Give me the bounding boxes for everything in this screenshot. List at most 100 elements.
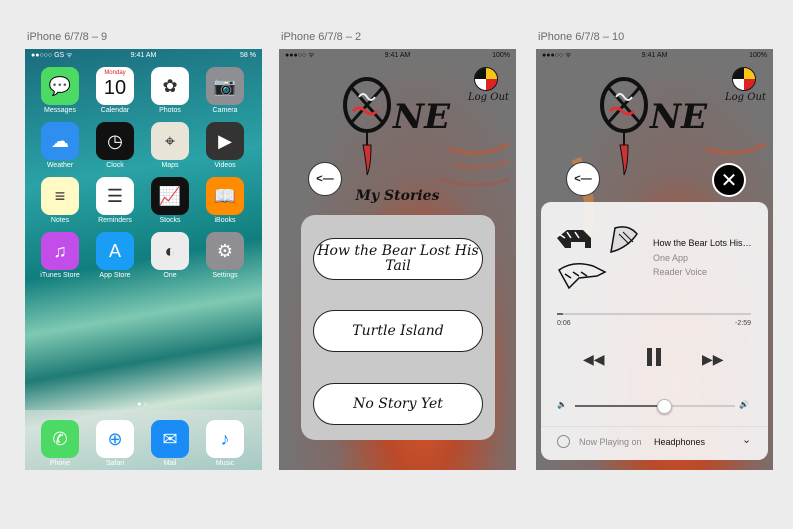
page-title: My Stories — [355, 188, 440, 204]
story-button-empty[interactable]: No Story Yet — [313, 383, 483, 425]
home-screen: ●●○○○ GS ᯤ 9:41 AM 58 % 💬 Messages Monday 1… — [25, 49, 262, 470]
story-button-bear[interactable]: How the Bear Lost His Tail — [313, 238, 483, 280]
videos-icon: ▶ — [206, 122, 244, 160]
battery: 58 % — [240, 51, 256, 59]
app-label: Photos — [159, 107, 181, 114]
volume-knob[interactable] — [657, 399, 672, 414]
track-title: How the Bear Lots His… — [653, 238, 752, 248]
app-messages[interactable]: 💬 Messages — [39, 67, 81, 114]
app-notes[interactable]: ≡ Notes — [39, 177, 81, 224]
app-label: Weather — [46, 162, 74, 169]
artboard-label-player: iPhone 6/7/8 – 10 — [538, 31, 625, 43]
calendar-day: Monday — [104, 70, 126, 76]
remaining-time: -2:59 — [735, 320, 751, 327]
dock-music[interactable]: ♪ Music — [204, 420, 246, 467]
app-stocks[interactable]: 📈 Stocks — [149, 177, 191, 224]
progress-fill — [557, 313, 563, 315]
reminders-icon: ☰ — [96, 177, 134, 215]
messages-icon: 💬 — [41, 67, 79, 105]
medicine-wheel-icon[interactable] — [732, 67, 756, 91]
app-itunes-store[interactable]: ♫ iTunes Store — [39, 232, 81, 279]
app-ibooks[interactable]: 📖 iBooks — [204, 177, 246, 224]
app-one[interactable]: ◐ One — [149, 232, 191, 279]
app-clock[interactable]: ◷ Clock — [94, 122, 136, 169]
app-label: Music — [215, 460, 235, 467]
stories-panel: How the Bear Lost His Tail Turtle Island… — [301, 215, 495, 440]
app-label: Settings — [212, 272, 238, 279]
app-label: Notes — [50, 217, 70, 224]
maps-icon: ⌖ — [151, 122, 189, 160]
music-icon: ♪ — [206, 420, 244, 458]
app-maps[interactable]: ⌖ Maps — [149, 122, 191, 169]
battery: 100% — [749, 51, 767, 59]
camera-icon: 📷 — [206, 67, 244, 105]
page-dots: ●○ — [137, 401, 150, 408]
app-label: iTunes Store — [40, 272, 80, 279]
phone-icon: ✆ — [41, 420, 79, 458]
close-button[interactable]: ✕ — [712, 163, 746, 197]
dock-phone[interactable]: ✆ Phone — [39, 420, 81, 467]
app-videos[interactable]: ▶ Videos — [204, 122, 246, 169]
app-label: One — [163, 272, 177, 279]
volume-slider[interactable] — [575, 399, 735, 414]
pause-icon — [647, 348, 661, 366]
app-label: Phone — [49, 460, 71, 467]
app-label: Mail — [163, 460, 177, 467]
logout-link[interactable]: Log Out — [468, 92, 509, 103]
pause-button[interactable] — [645, 347, 663, 372]
dock-mail[interactable]: ✉ Mail — [149, 420, 191, 467]
forward-button[interactable]: ▶▶ — [702, 351, 724, 368]
voice-name: Reader Voice — [653, 267, 708, 277]
dock: ✆ Phone ⊕ Safari ✉ Mail ♪ Music — [25, 410, 262, 470]
status-bar: ●●●○○ ᯤ 9:41 AM 100% — [279, 49, 516, 61]
rewind-button[interactable]: ◀◀ — [583, 351, 605, 368]
mail-icon: ✉ — [151, 420, 189, 458]
artboard-label-stories: iPhone 6/7/8 – 2 — [281, 31, 362, 43]
status-bar: ●●●○○ ᯤ 9:41 AM 100% — [536, 49, 773, 61]
one-app-icon: ◐ — [151, 232, 189, 270]
dock-safari[interactable]: ⊕ Safari — [94, 420, 136, 467]
itunes-icon: ♫ — [41, 232, 79, 270]
volume-low-icon: 🔈 — [557, 400, 567, 409]
status-time: 9:41 AM — [130, 51, 157, 59]
app-label: Reminders — [98, 217, 132, 224]
chevron-down-icon[interactable]: ⌄ — [742, 433, 751, 446]
app-app-store[interactable]: A App Store — [94, 232, 136, 279]
app-calendar[interactable]: Monday 10 Calendar — [94, 67, 136, 114]
progress-track[interactable] — [557, 313, 751, 315]
app-store-icon: A — [96, 232, 134, 270]
app-reminders[interactable]: ☰ Reminders — [94, 177, 136, 224]
logo-text: NE — [650, 97, 707, 137]
medicine-wheel-icon[interactable] — [474, 67, 498, 91]
weather-icon: ☁ — [41, 122, 79, 160]
app-name: One App — [653, 253, 689, 263]
photos-icon: ✿ — [151, 67, 189, 105]
app-photos[interactable]: ✿ Photos — [149, 67, 191, 114]
status-bar: ●●○○○ GS ᯤ 9:41 AM 58 % — [25, 49, 262, 61]
story-button-turtle-island[interactable]: Turtle Island — [313, 310, 483, 352]
status-time: 9:41 AM — [641, 51, 668, 59]
battery: 100% — [492, 51, 510, 59]
back-button[interactable]: <— — [566, 162, 600, 196]
divider — [541, 426, 768, 427]
app-weather[interactable]: ☁ Weather — [39, 122, 81, 169]
app-settings[interactable]: ⚙ Settings — [204, 232, 246, 279]
now-playing-card: How the Bear Lots His… One App Reader Vo… — [541, 202, 768, 460]
app-camera[interactable]: 📷 Camera — [204, 67, 246, 114]
calendar-date: 10 — [103, 77, 127, 99]
ibooks-icon: 📖 — [206, 177, 244, 215]
logo-text: NE — [393, 97, 450, 137]
status-time: 9:41 AM — [384, 51, 411, 59]
app-label: Camera — [212, 107, 238, 114]
artboard-label-home: iPhone 6/7/8 – 9 — [27, 31, 108, 43]
close-icon: ✕ — [720, 169, 738, 192]
calendar-icon: Monday 10 — [96, 67, 134, 105]
settings-icon: ⚙ — [206, 232, 244, 270]
app-label: Messages — [44, 107, 76, 114]
clock-icon: ◷ — [96, 122, 134, 160]
app-label: Calendar — [100, 107, 130, 114]
logout-link[interactable]: Log Out — [725, 92, 766, 103]
volume-high-icon: 🔊 — [739, 400, 749, 409]
output-device[interactable]: Headphones — [654, 437, 705, 447]
stocks-icon: 📈 — [151, 177, 189, 215]
